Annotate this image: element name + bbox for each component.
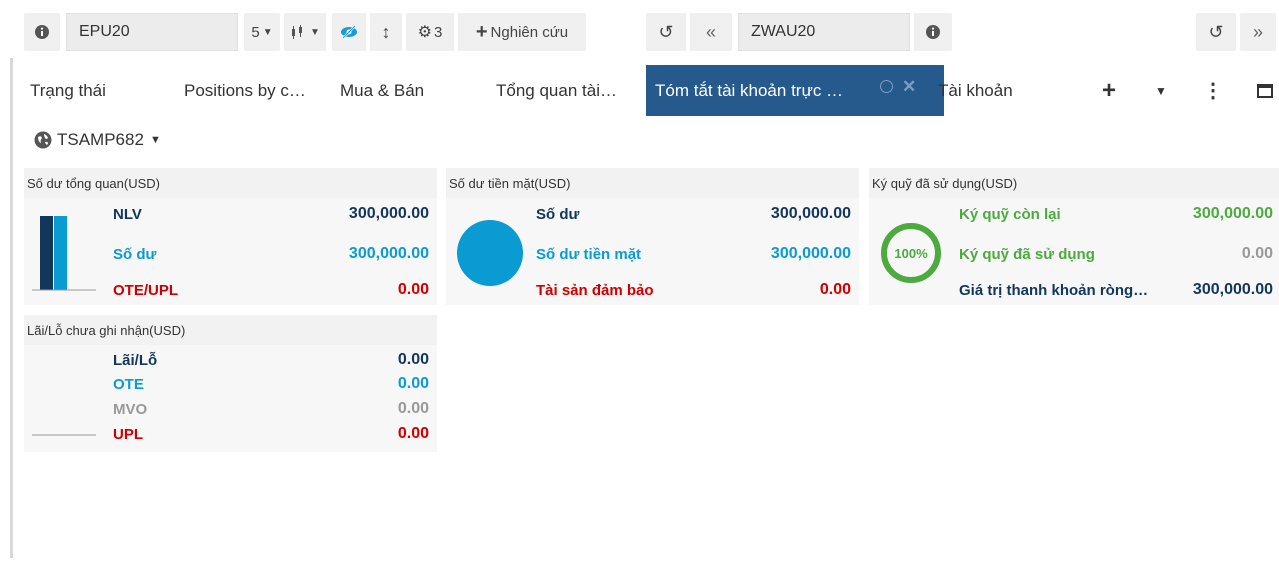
cash-pie-slice	[457, 220, 523, 286]
pnl-bar-chart	[32, 434, 96, 436]
research-label: Nghiên cứu	[490, 23, 569, 41]
left-divider	[10, 58, 13, 558]
row-value-nlv: 300,000.00	[348, 205, 429, 222]
nlv-bar	[40, 216, 53, 290]
chevron-down-icon[interactable]: ▼	[1146, 65, 1176, 116]
settings-button[interactable]: ⚙ 3	[406, 13, 454, 51]
more-vertical-icon[interactable]: ⋮	[1198, 65, 1228, 116]
row-value-ote-upl: 0.00	[397, 281, 429, 298]
left-symbol-text: EPU20	[79, 23, 130, 40]
refresh-icon: ↺	[658, 21, 674, 42]
row-label-mvo: MVO	[113, 401, 148, 418]
settings-count: 3	[434, 23, 443, 41]
tab-label: Tổng quan tài…	[496, 80, 617, 100]
row-label-collateral: Tài sản đảm bảo	[536, 282, 654, 299]
balance-bar	[54, 216, 67, 290]
nav-back-button[interactable]: «	[690, 13, 732, 51]
row-label-ote-upl: OTE/UPL	[113, 282, 179, 299]
balance-bar-chart	[32, 216, 96, 291]
account-id: TSAMP682	[57, 130, 144, 149]
panel-balance-overview: Số dư tổng quan(USD) NLV 300,000.00 Số d…	[24, 168, 437, 305]
add-tab-icon[interactable]: +	[1094, 65, 1124, 116]
candlestick-icon	[292, 25, 303, 39]
interval-dropdown[interactable]: 5 ▼	[244, 13, 280, 51]
chevron-down-icon: ▼	[262, 26, 273, 38]
close-icon[interactable]: ✕	[902, 77, 916, 97]
tab-label: Mua & Bán	[340, 80, 425, 100]
refresh-button-right[interactable]: ↺	[1196, 13, 1236, 51]
left-symbol-input[interactable]: EPU20	[66, 13, 238, 51]
panel-margin-used: Ký quỹ đã sử dụng(USD) 100% Ký quỹ còn l…	[869, 168, 1279, 305]
info-icon[interactable]	[914, 13, 952, 51]
visibility-toggle[interactable]	[332, 13, 366, 51]
row-value-balance: 300,000.00	[770, 205, 851, 222]
row-value-pnl: 0.00	[397, 351, 429, 368]
toolbar: EPU20 5 ▼ ▼ ↕ ⚙ 3 + Nghiên cứu ↺ « ZWAU2…	[0, 12, 1279, 52]
tab-account-overview[interactable]: Tổng quan tài…	[496, 65, 646, 116]
row-value-collateral: 0.00	[819, 281, 851, 298]
arrows-vertical-icon: ↕	[381, 21, 391, 42]
tab-label: Trạng thái	[30, 80, 106, 100]
tab-account-summary[interactable]: Tóm tắt tài khoản trực … ✕	[646, 65, 944, 116]
account-selector[interactable]: TSAMP682 ▼	[34, 130, 161, 150]
row-label-balance: Số dư	[113, 246, 157, 263]
circle-icon[interactable]	[880, 80, 893, 93]
panel-title: Số dư tiền mặt(USD)	[449, 175, 571, 191]
tab-label: Tài khoản	[938, 80, 1013, 100]
panel-cash-balance: Số dư tiền mặt(USD) Số dư 300,000.00 Số …	[446, 168, 859, 305]
row-value-upl: 0.00	[397, 425, 429, 442]
row-value-margin-remaining: 300,000.00	[1192, 205, 1273, 222]
margin-gauge: 100%	[881, 223, 941, 283]
tab-bar: Trạng thái Positions by c… Mua & Bán Tổn…	[14, 65, 1279, 116]
panel-title: Số dư tổng quan(USD)	[27, 175, 160, 191]
gear-icon: ⚙	[417, 24, 432, 41]
globe-icon	[34, 131, 52, 149]
vertical-resize-button[interactable]: ↕	[370, 13, 402, 51]
row-label-net-liquidation: Giá trị thanh khoản ròng…	[959, 282, 1149, 299]
row-label-cash-balance: Số dư tiền mặt	[536, 246, 642, 263]
double-chevron-right-icon: »	[1252, 21, 1263, 42]
plus-icon: +	[475, 20, 488, 43]
row-value-mvo: 0.00	[397, 400, 429, 417]
row-value-margin-used: 0.00	[1241, 245, 1273, 262]
right-symbol-text: ZWAU20	[751, 23, 816, 40]
row-label-ote: OTE	[113, 376, 144, 393]
eye-slash-icon	[341, 25, 357, 39]
row-label-pnl: Lãi/Lỗ	[113, 352, 158, 369]
row-label-margin-used: Ký quỹ đã sử dụng	[959, 246, 1095, 263]
tab-buy-sell[interactable]: Mua & Bán	[340, 65, 480, 116]
row-value-ote: 0.00	[397, 375, 429, 392]
tab-status[interactable]: Trạng thái	[30, 65, 170, 116]
row-label-nlv: NLV	[113, 206, 142, 223]
row-value-cash-balance: 300,000.00	[770, 245, 851, 262]
interval-value: 5	[251, 23, 260, 41]
tab-account[interactable]: Tài khoản	[938, 65, 1078, 116]
refresh-icon: ↺	[1208, 21, 1224, 42]
nav-forward-button[interactable]: »	[1240, 13, 1276, 51]
gauge-label: 100%	[894, 246, 928, 261]
tab-positions[interactable]: Positions by c…	[184, 65, 334, 116]
row-value-net-liquidation: 300,000.00	[1192, 281, 1273, 298]
double-chevron-left-icon: «	[705, 21, 716, 42]
tab-label: Tóm tắt tài khoản trực …	[655, 80, 844, 100]
maximize-icon[interactable]	[1250, 65, 1279, 116]
panel-unrealized-pnl: Lãi/Lỗ chưa ghi nhận(USD) Lãi/Lỗ 0.00 OT…	[24, 315, 437, 452]
row-label-balance: Số dư	[536, 206, 580, 223]
chevron-down-icon: ▼	[149, 134, 161, 146]
panel-title: Ký quỹ đã sử dụng(USD)	[872, 175, 1018, 191]
refresh-button[interactable]: ↺	[646, 13, 686, 51]
info-icon[interactable]	[24, 13, 60, 51]
chevron-down-icon: ▼	[310, 26, 320, 38]
tab-label: Positions by c…	[184, 80, 306, 100]
cash-pie-chart	[457, 220, 523, 286]
row-value-balance: 300,000.00	[348, 245, 429, 262]
row-label-upl: UPL	[113, 426, 143, 443]
right-symbol-input[interactable]: ZWAU20	[738, 13, 910, 51]
chart-type-dropdown[interactable]: ▼	[284, 13, 326, 51]
panel-title: Lãi/Lỗ chưa ghi nhận(USD)	[27, 322, 186, 338]
research-button[interactable]: + Nghiên cứu	[458, 13, 586, 51]
row-label-margin-remaining: Ký quỹ còn lại	[959, 206, 1061, 223]
